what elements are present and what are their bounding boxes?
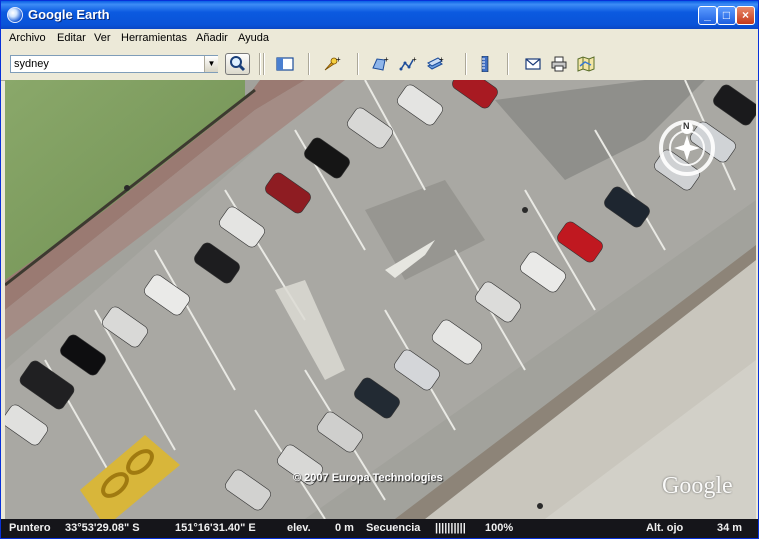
- title-bar[interactable]: Google Earth _ □ ×: [1, 1, 758, 29]
- menu-editar[interactable]: Editar: [57, 29, 86, 48]
- email-icon[interactable]: [524, 56, 542, 72]
- status-bar: Puntero 33°53'29.08" S 151°16'31.40" E e…: [1, 519, 758, 538]
- elevation-label: elev.: [287, 522, 311, 534]
- sidebar-toggle-icon[interactable]: [276, 56, 294, 72]
- toolbar-separator: [259, 53, 261, 75]
- maximize-icon: □: [722, 8, 731, 22]
- window-title: Google Earth: [28, 7, 110, 22]
- menu-archivo[interactable]: Archivo: [9, 29, 46, 48]
- add-image-overlay-icon[interactable]: +: [426, 56, 444, 72]
- eye-altitude-label: Alt. ojo: [646, 522, 684, 534]
- ruler-icon[interactable]: [476, 56, 494, 72]
- toolbar-separator: [357, 53, 359, 75]
- add-placemark-icon[interactable]: +: [323, 56, 341, 72]
- pointer-latitude: 33°53'29.08" S: [65, 522, 140, 534]
- menu-ayuda[interactable]: Ayuda: [238, 29, 269, 48]
- map-view[interactable]: © 2007 Europa Technologies Google N: [5, 80, 756, 519]
- minimize-icon: _: [704, 8, 711, 22]
- elevation-value: 0 m: [335, 522, 354, 534]
- google-earth-logo-icon: [7, 7, 23, 23]
- close-button[interactable]: ×: [736, 6, 755, 25]
- toolbar-separator: [465, 53, 467, 75]
- svg-text:+: +: [439, 56, 444, 64]
- toolbar: ▼ + + +: [1, 48, 758, 81]
- search-icon: [230, 56, 246, 72]
- svg-text:+: +: [412, 56, 417, 64]
- pointer-label: Puntero: [9, 522, 51, 534]
- streaming-percent: 100%: [485, 522, 514, 534]
- print-icon[interactable]: [550, 56, 568, 72]
- streaming-progress-bar: ||||||||||: [435, 522, 466, 534]
- menu-herramientas[interactable]: Herramientas: [121, 29, 187, 48]
- maximize-button[interactable]: □: [717, 6, 736, 25]
- add-polygon-icon[interactable]: +: [371, 56, 389, 72]
- svg-text:+: +: [384, 56, 389, 64]
- minimize-button[interactable]: _: [698, 6, 717, 25]
- google-earth-window: Google Earth _ □ × Archivo Editar Ver He…: [0, 0, 759, 539]
- menu-bar: Archivo Editar Ver Herramientas Añadir A…: [1, 29, 758, 48]
- google-watermark-logo: Google: [662, 473, 733, 499]
- compass-north-label: N: [683, 121, 690, 131]
- search-history-dropdown[interactable]: ▼: [204, 56, 218, 72]
- toolbar-separator: [308, 53, 310, 75]
- imagery-copyright: © 2007 Europa Technologies: [293, 472, 443, 484]
- toolbar-separator: [263, 53, 265, 75]
- close-icon: ×: [741, 8, 749, 22]
- svg-text:+: +: [336, 56, 341, 64]
- eye-altitude-value: 34 m: [717, 522, 743, 534]
- chevron-down-icon: ▼: [207, 59, 216, 68]
- menu-anadir[interactable]: Añadir: [196, 29, 228, 48]
- add-path-icon[interactable]: +: [399, 56, 417, 72]
- search-input[interactable]: [10, 55, 218, 73]
- pointer-longitude: 151°16'31.40" E: [175, 522, 256, 534]
- satellite-imagery: [5, 80, 756, 519]
- search-button[interactable]: [225, 53, 250, 75]
- google-maps-icon[interactable]: [577, 56, 595, 72]
- streaming-label: Secuencia: [366, 522, 421, 534]
- toolbar-separator: [507, 53, 509, 75]
- menu-ver[interactable]: Ver: [94, 29, 111, 48]
